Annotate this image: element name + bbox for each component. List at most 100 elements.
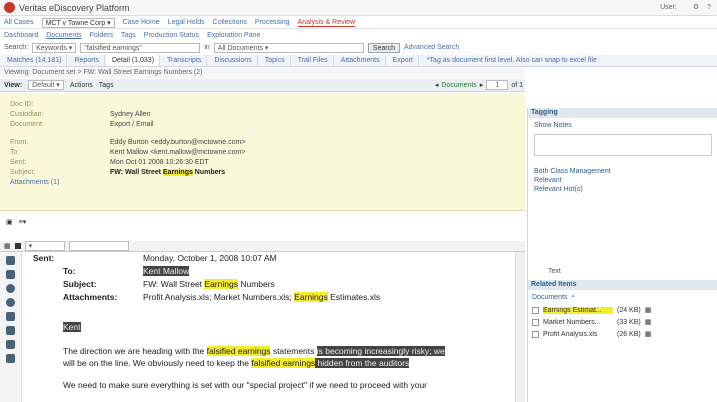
attachments-link[interactable]: Attachments (1) bbox=[10, 179, 59, 186]
body-subject-highlight: Earnings bbox=[204, 279, 238, 289]
zoom-out-icon[interactable] bbox=[6, 298, 15, 307]
analysis-review-link[interactable]: Analysis & Review bbox=[297, 19, 356, 27]
subnav-exploration-pane[interactable]: Exploration Pane bbox=[207, 32, 260, 39]
body-sent-label: Sent: bbox=[33, 253, 55, 263]
next-page-icon[interactable]: ▸ bbox=[480, 81, 484, 89]
body-attachments-prefix: Profit Analysis.xls; Market Numbers.xls; bbox=[143, 292, 295, 302]
sub-navigation: Dashboard Documents Folders Tags Product… bbox=[0, 30, 717, 40]
related-row-name[interactable]: Earnings Estimat... bbox=[543, 306, 613, 314]
pan-icon[interactable] bbox=[6, 256, 15, 265]
notes-input[interactable] bbox=[534, 134, 712, 156]
zoom-in-icon[interactable] bbox=[6, 284, 15, 293]
case-select[interactable]: MCT v Towne Corp ▾ bbox=[41, 17, 115, 28]
title-bar: Veritas eDiscovery Platform User: ⚙ ? bbox=[0, 0, 717, 16]
search-button[interactable]: Search bbox=[367, 42, 400, 53]
from-label: From: bbox=[10, 139, 29, 146]
tab-matches[interactable]: Matches (14,181) bbox=[2, 55, 68, 66]
related-row-name[interactable]: Profit Analysis.xls bbox=[543, 331, 613, 338]
page-number-input[interactable]: 1 bbox=[486, 80, 509, 90]
show-notes-toggle[interactable]: Show Notes bbox=[534, 122, 572, 129]
subnav-production-status[interactable]: Production Status bbox=[144, 32, 199, 39]
case-bar: All Cases MCT v Towne Corp ▾ Case Home L… bbox=[0, 17, 717, 29]
hits-dropdown-icon[interactable]: ≡▾ bbox=[19, 218, 27, 226]
select-icon[interactable] bbox=[6, 270, 15, 279]
tab-trail-files[interactable]: Trail Files bbox=[293, 55, 334, 66]
documents-button[interactable]: Documents bbox=[441, 82, 476, 89]
tab-discussions[interactable]: Discussions bbox=[209, 55, 258, 66]
grid-icon[interactable]: ▦ bbox=[4, 242, 11, 250]
body-attachments-suffix: Estimates.xls bbox=[327, 292, 381, 302]
related-row-size: (33 KB) bbox=[617, 318, 641, 326]
find-input[interactable] bbox=[68, 241, 129, 251]
tabs-trailing-note: *Tag as document first level. Also can s… bbox=[426, 57, 597, 64]
related-row[interactable]: Market Numbers... (33 KB) ▦ bbox=[532, 316, 714, 328]
subnav-tags[interactable]: Tags bbox=[121, 32, 136, 39]
body-attachments-highlight: Earnings bbox=[294, 292, 328, 302]
viewer-toolbar: ▦ ▾ bbox=[0, 241, 525, 252]
body-subject-suffix: Numbers bbox=[237, 279, 275, 289]
tab-reports[interactable]: Reports bbox=[69, 55, 105, 66]
highlight-toggle-icon[interactable]: ▣ bbox=[6, 218, 13, 226]
para1-text-b: statements bbox=[270, 346, 317, 356]
processing-link[interactable]: Processing bbox=[255, 19, 290, 26]
tag-item-2[interactable]: Relevant bbox=[534, 177, 562, 184]
redact-icon[interactable] bbox=[6, 312, 15, 321]
actions-menu[interactable]: Actions bbox=[70, 82, 93, 89]
text-label: Text bbox=[548, 268, 561, 275]
body-paragraph-3: We need to make sure everything is set w… bbox=[63, 380, 428, 390]
related-row[interactable]: Earnings Estimat... (24 KB) ▦ bbox=[532, 304, 714, 316]
spreadsheet-icon: ▦ bbox=[644, 331, 652, 338]
related-row-size: (26 KB) bbox=[617, 330, 641, 338]
to-value: Kent Mallow <kent.mallow@mctowne.com> bbox=[110, 149, 246, 156]
view-select[interactable]: Default ▾ bbox=[28, 80, 64, 90]
related-row[interactable]: Profit Analysis.xls (26 KB) ▦ bbox=[532, 328, 714, 340]
settings-icon[interactable]: ⚙ bbox=[693, 3, 699, 11]
subject-value: FW: Wall Street Earnings Numbers bbox=[110, 169, 225, 176]
search-input[interactable]: "falsified earnings" bbox=[80, 42, 201, 53]
body-subject-prefix: FW: Wall Street bbox=[143, 279, 205, 289]
subnav-dashboard[interactable]: Dashboard bbox=[4, 32, 38, 39]
documents-tab[interactable]: Documents bbox=[532, 294, 567, 301]
tab-topics[interactable]: Topics bbox=[260, 55, 291, 66]
tags-menu[interactable]: Tags bbox=[99, 82, 114, 89]
sent-value: Mon Oct 01 2008 10:26:30 EDT bbox=[110, 159, 209, 166]
search-in-select[interactable]: All Documents ▾ bbox=[213, 42, 364, 53]
custodian-label: Custodian: bbox=[10, 111, 44, 118]
help-icon[interactable]: ? bbox=[707, 4, 711, 11]
spreadsheet-icon: ▦ bbox=[644, 319, 652, 326]
related-row-checkbox[interactable] bbox=[532, 318, 539, 326]
tab-attachments[interactable]: Attachments bbox=[336, 55, 386, 66]
filter-icon[interactable]: ⌕ bbox=[571, 293, 575, 301]
advanced-search-link[interactable]: Advanced Search bbox=[404, 44, 459, 51]
all-cases-link[interactable]: All Cases bbox=[4, 19, 34, 26]
annotate-icon[interactable] bbox=[6, 326, 15, 335]
search-scope-select[interactable]: Keywords ▾ bbox=[32, 42, 77, 53]
print-icon[interactable] bbox=[6, 340, 15, 349]
download-icon[interactable] bbox=[6, 354, 15, 363]
to-label: To: bbox=[10, 149, 20, 156]
prev-page-icon[interactable]: ◂ bbox=[435, 81, 439, 89]
tab-export[interactable]: Export bbox=[388, 55, 419, 66]
body-sent-value: Monday, October 1, 2008 10:07 AM bbox=[143, 253, 277, 263]
subnav-documents[interactable]: Documents bbox=[46, 32, 81, 39]
para1-text-a: The direction we are heading with the bbox=[63, 346, 207, 356]
tag-item-1[interactable]: Both Class Management bbox=[534, 168, 611, 175]
tag-item-3[interactable]: Relevant Hot(s) bbox=[534, 186, 583, 193]
color-swatch-icon[interactable] bbox=[14, 243, 21, 249]
zoom-select[interactable]: ▾ bbox=[24, 241, 65, 251]
related-row-checkbox[interactable] bbox=[532, 306, 539, 314]
body-subject-value: FW: Wall Street Earnings Numbers bbox=[143, 279, 275, 289]
tab-transcripts[interactable]: Transcripts bbox=[162, 55, 208, 66]
search-scope-value: Keywords bbox=[36, 44, 67, 52]
document-scrollbar[interactable] bbox=[515, 252, 525, 402]
tab-detail[interactable]: Detail (1,033) bbox=[107, 55, 161, 66]
body-paragraph-1: The direction we are heading with the fa… bbox=[63, 346, 445, 356]
legal-holds-link[interactable]: Legal Holds bbox=[168, 19, 205, 26]
collections-link[interactable]: Collections bbox=[213, 19, 247, 26]
subnav-folders[interactable]: Folders bbox=[90, 32, 113, 39]
related-row-checkbox[interactable] bbox=[532, 330, 539, 338]
app-title: Veritas eDiscovery Platform bbox=[19, 3, 130, 13]
case-home-link[interactable]: Case Home bbox=[123, 19, 160, 26]
veritas-logo-icon bbox=[4, 2, 15, 13]
related-row-name[interactable]: Market Numbers... bbox=[543, 319, 613, 326]
